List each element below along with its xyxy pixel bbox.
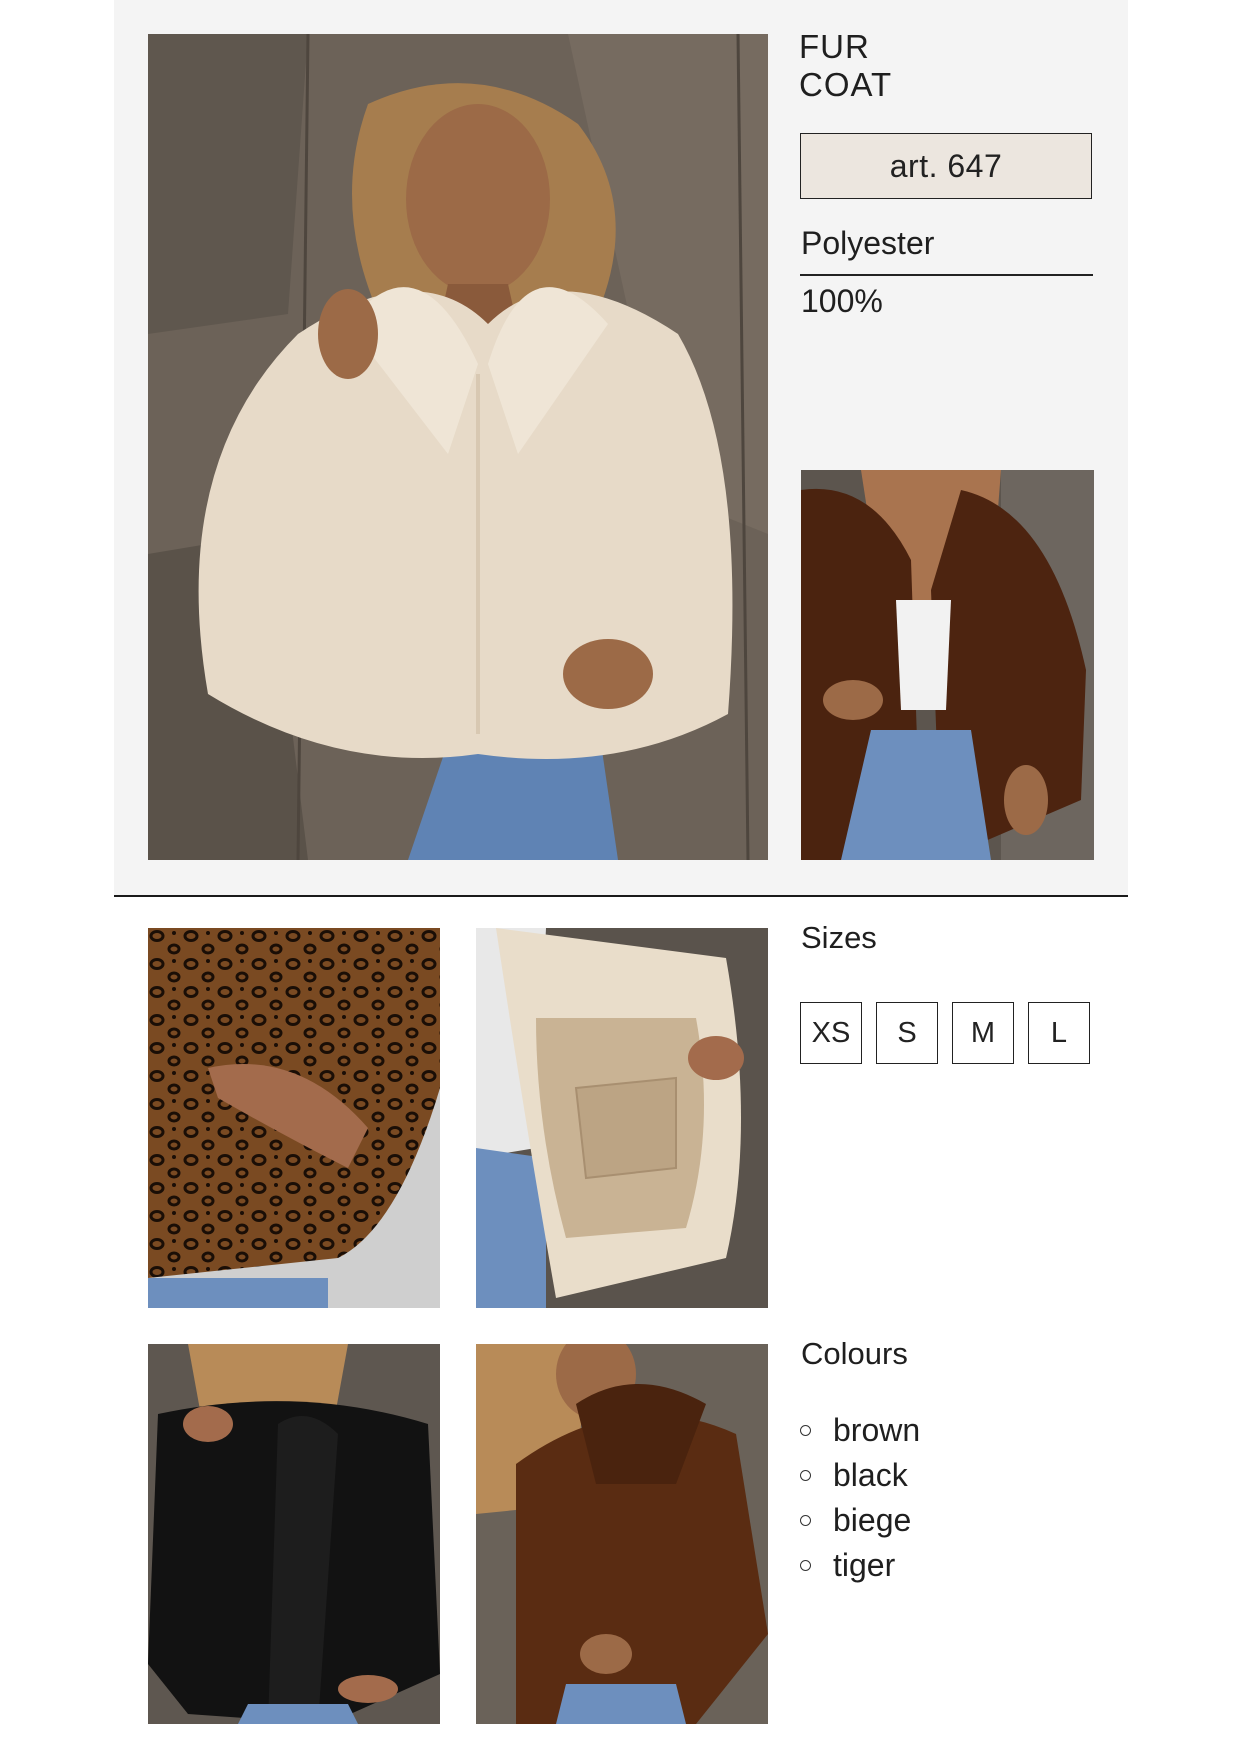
gallery-photo-brown-fur-coat[interactable]	[476, 1344, 768, 1724]
article-number: art. 647	[889, 147, 1003, 184]
colour-option-label: brown	[833, 1412, 921, 1448]
material-underline	[800, 274, 1093, 276]
bullet-icon	[800, 1515, 811, 1526]
size-option-xs[interactable]: XS	[800, 1002, 862, 1064]
colour-option-biege[interactable]: biege	[800, 1498, 920, 1543]
colour-option-tiger[interactable]: tiger	[800, 1543, 920, 1588]
size-option-l[interactable]: L	[1028, 1002, 1090, 1064]
colours-label: Colours	[801, 1336, 908, 1371]
side-photo-brown-fur-coat[interactable]	[801, 470, 1094, 860]
main-photo-beige-fur-coat[interactable]	[148, 34, 768, 860]
product-title-line2: COAT	[799, 66, 893, 103]
colour-option-black[interactable]: black	[800, 1453, 920, 1498]
size-options: XS S M L	[800, 1002, 1090, 1064]
colour-options: brown black biege tiger	[800, 1408, 920, 1588]
gallery-photo-tiger-print[interactable]	[148, 928, 440, 1308]
size-option-s[interactable]: S	[876, 1002, 938, 1064]
colour-option-brown[interactable]: brown	[800, 1408, 920, 1453]
bullet-icon	[800, 1470, 811, 1481]
bullet-icon	[800, 1560, 811, 1571]
sizes-label: Sizes	[801, 920, 877, 955]
product-title: FUR COAT	[799, 28, 892, 104]
bullet-icon	[800, 1425, 811, 1436]
colour-option-label: biege	[833, 1502, 912, 1538]
colour-option-label: black	[833, 1457, 908, 1493]
article-number-badge: art. 647	[800, 133, 1092, 199]
colour-option-label: tiger	[833, 1547, 896, 1583]
section-divider	[114, 895, 1128, 897]
gallery-photo-beige-lining[interactable]	[476, 928, 768, 1308]
size-option-m[interactable]: M	[952, 1002, 1014, 1064]
material-percent: 100%	[801, 283, 883, 319]
gallery-photo-black-fur-coat[interactable]	[148, 1344, 440, 1724]
material-name: Polyester	[801, 225, 935, 261]
product-title-line1: FUR	[799, 28, 870, 65]
